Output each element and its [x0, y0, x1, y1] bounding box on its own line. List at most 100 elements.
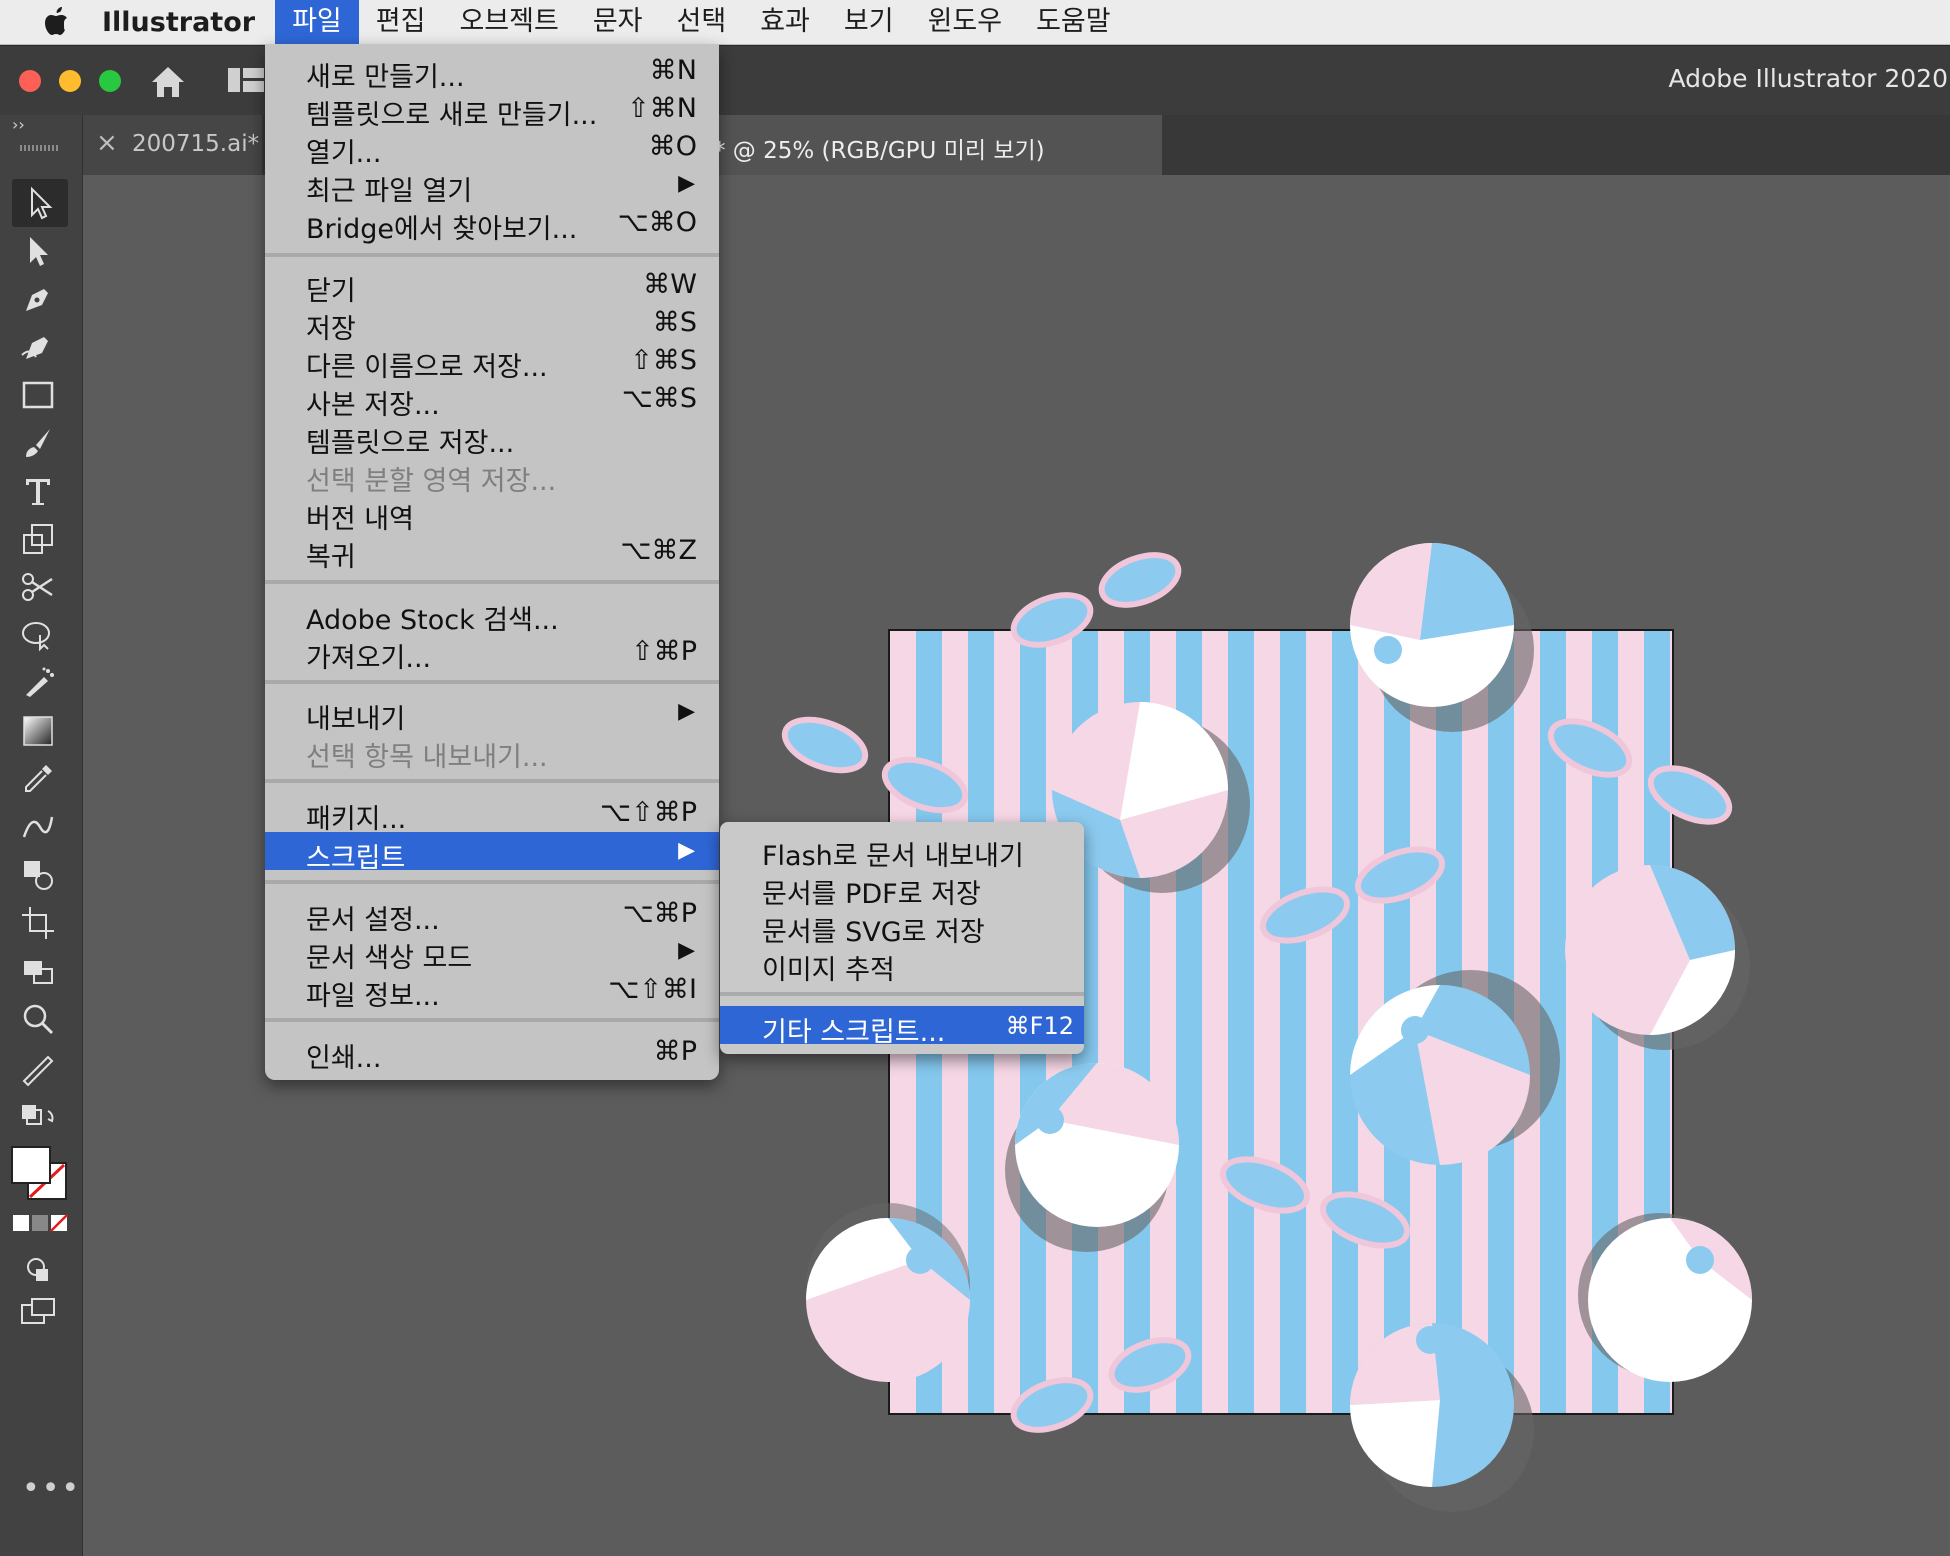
menu-item-close[interactable]: 닫기 ⌘W [265, 265, 719, 307]
blend-tool-icon [22, 816, 54, 838]
zoom-window-button[interactable] [99, 70, 121, 92]
shape-builder-tool-button[interactable] [18, 855, 64, 895]
symbol-sprayer-tool-icon [26, 667, 54, 697]
draw-mode-button[interactable] [18, 1251, 64, 1291]
menu-item-save-copy[interactable]: 사본 저장... ⌥⌘S [265, 379, 719, 421]
menu-separator [265, 680, 719, 684]
menu-select[interactable]: 선택 [660, 0, 744, 44]
submenu-item-other-script[interactable]: 기타 스크립트... ⌘F12 [720, 1006, 1084, 1048]
scissors-tool-icon [22, 573, 53, 601]
edit-toolbar-button[interactable]: ••• [22, 1471, 81, 1506]
menu-item-document-setup[interactable]: 문서 설정... ⌥⌘P [265, 894, 719, 936]
panel-grip[interactable] [20, 145, 60, 151]
home-icon[interactable] [148, 62, 188, 102]
menu-item-scripts[interactable]: 스크립트 ▶ [265, 832, 719, 874]
document-tab[interactable]: × 200715.ai* [82, 115, 262, 175]
menu-item-shortcut: ⌥⇧⌘P [599, 797, 697, 828]
menu-type[interactable]: 문자 [576, 0, 660, 44]
menu-item-shortcut: ⇧⌘S [630, 345, 697, 376]
submenu-arrow-icon: ▶ [678, 171, 695, 196]
menu-item-label: 복귀 [306, 542, 356, 573]
selection-tool-button[interactable] [12, 179, 68, 227]
artboard-tool-button[interactable] [18, 903, 64, 943]
paintbrush-tool-button[interactable] [18, 423, 64, 463]
rectangle-tool-button[interactable] [18, 375, 64, 415]
type-tool-button[interactable] [18, 471, 64, 511]
paintbrush-tool-icon [26, 429, 50, 457]
color-mode-icon [13, 1214, 68, 1232]
eyedropper-tool-button[interactable] [18, 759, 64, 799]
symbol-sprayer-tool-button[interactable] [18, 663, 64, 703]
menu-effect[interactable]: 효과 [743, 0, 827, 44]
apple-icon[interactable] [40, 4, 76, 40]
menu-item-shortcut: ⌥⌘P [622, 898, 697, 929]
submenu-item-image-trace[interactable]: 이미지 추적 [720, 944, 1084, 986]
zoom-tool-button[interactable] [18, 999, 64, 1039]
menu-item-new[interactable]: 새로 만들기... ⌘N [265, 51, 719, 93]
workspace-layout-icon[interactable] [228, 66, 264, 94]
direct-selection-tool-icon [30, 237, 48, 266]
fill-stroke-swatch[interactable] [10, 1145, 70, 1201]
eyedropper-tool-icon [25, 765, 52, 792]
menu-item-version-history[interactable]: 버전 내역 [265, 493, 719, 535]
close-window-button[interactable] [19, 70, 41, 92]
menu-item-label: 가져오기... [306, 643, 432, 674]
beach-ball [1005, 1063, 1179, 1252]
menu-item-new-from-template[interactable]: 템플릿으로 새로 만들기... ⇧⌘N [265, 89, 719, 131]
document-tab-active[interactable]: * @ 25% (RGB/GPU 미리 보기) [702, 115, 1162, 175]
curvature-tool-button[interactable] [18, 327, 64, 367]
menu-item-open-recent[interactable]: 최근 파일 열기 ▶ [265, 165, 719, 207]
beach-ball [1350, 543, 1534, 732]
menu-edit[interactable]: 편집 [359, 0, 443, 44]
sunglasses [1219, 1156, 1411, 1249]
menu-item-save-as[interactable]: 다른 이름으로 저장... ⇧⌘S [265, 341, 719, 383]
menu-item-file-info[interactable]: 파일 정보... ⌥⇧⌘I [265, 970, 719, 1012]
submenu-arrow-icon: ▶ [678, 938, 695, 963]
menu-item-export[interactable]: 내보내기 ▶ [265, 693, 719, 735]
swap-fill-stroke-button[interactable] [18, 1101, 64, 1141]
blend-tool-button[interactable] [18, 807, 64, 847]
beach-ball [806, 1203, 970, 1382]
close-tab-icon[interactable]: × [96, 128, 118, 158]
menu-item-label: 스크립트 [306, 843, 406, 874]
pen-tool-button[interactable] [18, 279, 64, 319]
menu-view[interactable]: 보기 [827, 0, 911, 44]
menu-help[interactable]: 도움말 [1019, 0, 1128, 44]
screen-mode-button[interactable] [18, 1291, 64, 1331]
menu-file[interactable]: 파일 [275, 0, 359, 44]
menu-item-print[interactable]: 인쇄... ⌘P [265, 1032, 719, 1074]
app-menu-illustrator[interactable]: Illustrator [102, 7, 255, 38]
menu-item-save[interactable]: 저장 ⌘S [265, 303, 719, 345]
submenu-item-save-svg[interactable]: 문서를 SVG로 저장 [720, 906, 1084, 948]
menu-item-search-adobe-stock[interactable]: Adobe Stock 검색... [265, 594, 719, 636]
menu-bar: Illustrator 파일 편집 오브젝트 문자 선택 효과 보기 윈도우 도… [0, 0, 1950, 45]
menu-item-package[interactable]: 패키지... ⌥⇧⌘P [265, 793, 719, 835]
menu-item-save-as-template[interactable]: 템플릿으로 저장... [265, 417, 719, 459]
submenu-item-save-pdf[interactable]: 문서를 PDF로 저장 [720, 868, 1084, 910]
menu-item-open[interactable]: 열기... ⌘O [265, 127, 719, 169]
submenu-item-export-flash[interactable]: Flash로 문서 내보내기 [720, 830, 1084, 872]
direct-selection-tool-button[interactable] [18, 231, 64, 271]
scissors-tool-button[interactable] [18, 567, 64, 607]
expand-panel-icon[interactable]: ›› [12, 115, 25, 134]
live-paint-tool-button[interactable] [18, 951, 64, 991]
gradient-tool-button[interactable] [18, 711, 64, 751]
tools-panel: ›› ••• [0, 115, 83, 1556]
menu-item-browse-in-bridge[interactable]: Bridge에서 찾아보기... ⌥⌘O [265, 203, 719, 245]
puppet-warp-tool-icon [22, 622, 50, 652]
puppet-warp-tool-button[interactable] [18, 615, 64, 655]
minimize-window-button[interactable] [59, 70, 81, 92]
menu-item-revert[interactable]: 복귀 ⌥⌘Z [265, 531, 719, 573]
submenu-item-label: 기타 스크립트... [762, 1017, 946, 1048]
scale-tool-button[interactable] [18, 519, 64, 559]
menu-item-label: 선택 항목 내보내기... [306, 742, 548, 773]
measure-tool-button[interactable] [18, 1047, 64, 1087]
menu-item-shortcut: ⌘W [643, 269, 697, 300]
screen-mode-icon [21, 1298, 55, 1324]
menu-window[interactable]: 윈도우 [911, 0, 1020, 44]
menu-item-document-color-mode[interactable]: 문서 색상 모드 ▶ [265, 932, 719, 974]
menu-item-place[interactable]: 가져오기... ⇧⌘P [265, 632, 719, 674]
menu-object[interactable]: 오브젝트 [442, 0, 575, 44]
shape-builder-tool-icon [24, 861, 53, 890]
color-mode-buttons[interactable] [12, 1211, 68, 1235]
